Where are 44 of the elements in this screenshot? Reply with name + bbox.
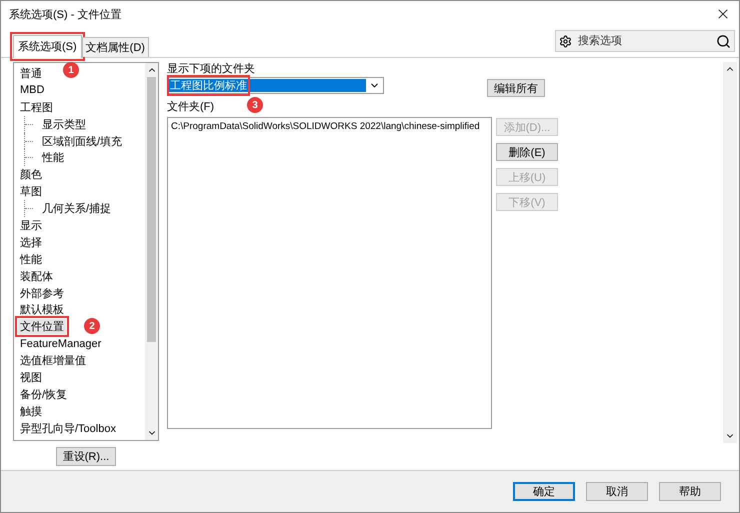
tree-item[interactable]: 性能 xyxy=(18,252,44,267)
tab[interactable]: 文档属性(D) xyxy=(82,37,149,57)
scrollbar[interactable] xyxy=(723,62,737,443)
search-input[interactable]: 搜索选项 xyxy=(576,34,712,48)
tree-item[interactable]: 触摸 xyxy=(18,404,44,419)
tree-item[interactable]: 性能 xyxy=(40,150,66,166)
tree-item[interactable]: 显示 xyxy=(18,218,44,233)
tree-item[interactable]: MBD xyxy=(18,84,46,96)
tree-item[interactable]: 区域剖面线/填充 xyxy=(40,134,124,148)
tree-item[interactable]: 普通 xyxy=(18,66,44,81)
callout-badge: 2 xyxy=(84,318,100,334)
reset-button[interactable]: 重设(R)... xyxy=(56,447,116,466)
tree-item[interactable]: 选值框增量值 xyxy=(18,353,88,368)
tree-item[interactable]: 装配体 xyxy=(18,268,55,284)
folder-path[interactable]: C:\ProgramData\SolidWorks\SOLIDWORKS 2022\lang\chinese-simplified xyxy=(171,121,480,133)
edit-all-button[interactable]: 编辑所有 xyxy=(487,79,545,97)
tree-item[interactable]: FeatureManager xyxy=(18,338,104,350)
search-field[interactable]: 搜索选项 xyxy=(555,30,735,52)
tree-item[interactable]: 选择 xyxy=(18,234,44,250)
window-title: 系统选项(S) - 文件位置 xyxy=(9,8,122,22)
tree-item[interactable]: 视图 xyxy=(18,370,44,385)
folder-type-label: 显示下项的文件夹 xyxy=(167,63,255,76)
settings-icon[interactable] xyxy=(559,34,572,48)
tab[interactable]: 系统选项(S) xyxy=(13,35,82,58)
tree-item[interactable]: 异型孔向导/Toolbox xyxy=(18,420,118,436)
tree-item[interactable]: 默认模板 xyxy=(18,302,66,318)
callout-badge: 3 xyxy=(247,97,263,113)
dialog-button[interactable]: 帮助 xyxy=(659,482,721,501)
tree-item[interactable]: 工程图 xyxy=(18,100,55,115)
tree-item[interactable]: 草图 xyxy=(18,184,44,200)
tree-item[interactable]: 备份/恢复 xyxy=(18,386,70,402)
folders-label: 文件夹(F) xyxy=(167,101,214,114)
scrollbar[interactable] xyxy=(145,63,158,440)
callout-badge: 1 xyxy=(63,62,79,78)
dialog-button[interactable]: 确定 xyxy=(513,482,575,501)
folder-type-dropdown[interactable]: 工程图比例标准 xyxy=(167,77,384,94)
search-icon[interactable] xyxy=(716,34,731,48)
tree-item[interactable]: 几何关系/捕捉 xyxy=(40,201,114,216)
tree-item[interactable]: 颜色 xyxy=(18,167,44,182)
tree-item[interactable]: 显示类型 xyxy=(40,116,88,132)
tree-item[interactable]: 外部参考 xyxy=(18,286,66,301)
tree-item[interactable]: 文件位置 xyxy=(18,319,66,334)
list-action-button[interactable]: 删除(E) xyxy=(496,143,558,161)
dialog-button[interactable]: 取消 xyxy=(586,482,648,501)
